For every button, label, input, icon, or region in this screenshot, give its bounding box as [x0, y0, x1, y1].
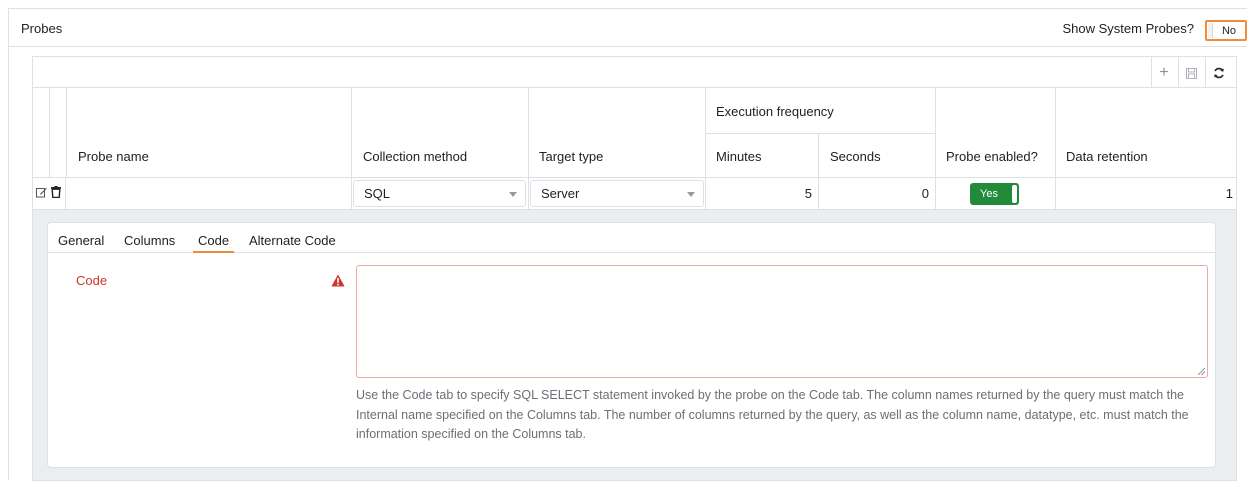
data-retention-header[interactable]: Data retention	[1066, 149, 1148, 164]
resize-handle-icon[interactable]	[1198, 368, 1205, 375]
probe-enabled-toggle[interactable]: Yes	[970, 183, 1019, 205]
target-type-value: Server	[541, 186, 580, 201]
seconds-header[interactable]: Seconds	[830, 149, 881, 164]
probes-panel: Probes Show System Probes? No + Executio…	[8, 8, 1247, 481]
delete-icon[interactable]	[51, 186, 61, 198]
warning-icon	[331, 274, 345, 287]
seconds-value: 0	[921, 186, 929, 201]
tab-alternate-code[interactable]: Alternate Code	[249, 233, 336, 248]
target-type-header[interactable]: Target type	[539, 149, 603, 164]
edit-icon[interactable]	[36, 187, 47, 198]
probes-header: Probes Show System Probes? No	[9, 9, 1247, 47]
target-type-select[interactable]: Server	[530, 180, 704, 207]
table-header: Execution frequency Probe name Collectio…	[33, 88, 1236, 178]
data-retention-value: 1	[1225, 186, 1233, 201]
grid-toolbar: +	[33, 57, 1236, 88]
collection-method-select[interactable]: SQL	[353, 180, 526, 207]
collection-method-header[interactable]: Collection method	[363, 149, 467, 164]
tab-code[interactable]: Code	[192, 233, 235, 253]
collection-method-value: SQL	[364, 186, 391, 201]
tab-general[interactable]: General	[58, 233, 104, 248]
execution-frequency-header: Execution frequency	[716, 104, 834, 119]
probes-grid: + Execution frequency Probe name Collect…	[32, 56, 1237, 481]
refresh-button[interactable]	[1210, 64, 1228, 82]
code-field-label: Code	[76, 273, 108, 288]
code-help-text: Use the Code tab to specify SQL SELECT s…	[356, 388, 1189, 441]
show-system-probes-toggle[interactable]: No	[1205, 20, 1247, 41]
seconds-cell[interactable]: 0	[819, 178, 936, 209]
save-icon	[1185, 67, 1197, 79]
toggle-value: No	[1221, 24, 1236, 37]
show-system-probes-label: Show System Probes?	[1062, 21, 1194, 36]
probe-name-cell[interactable]	[66, 178, 352, 209]
refresh-icon	[1214, 67, 1224, 79]
probe-detail-panel: General Columns Code Alternate Code Code…	[47, 222, 1216, 468]
minutes-header[interactable]: Minutes	[716, 149, 762, 164]
tab-columns[interactable]: Columns	[124, 233, 175, 248]
data-retention-cell[interactable]: 1	[1056, 178, 1237, 209]
plus-icon: +	[1159, 64, 1169, 81]
chevron-down-icon	[687, 192, 695, 197]
detail-tabs: General Columns Code Alternate Code	[48, 223, 1215, 253]
probe-enabled-value: Yes	[980, 188, 998, 200]
minutes-cell[interactable]: 5	[706, 178, 819, 209]
chevron-down-icon	[509, 192, 517, 197]
probe-enabled-header[interactable]: Probe enabled?	[946, 149, 1038, 164]
table-row: SQL Server 5 0 Yes 1	[33, 178, 1236, 210]
minutes-value: 5	[804, 186, 812, 201]
probe-name-header[interactable]: Probe name	[78, 149, 149, 164]
code-textarea[interactable]	[356, 265, 1208, 378]
panel-title: Probes	[21, 21, 63, 36]
save-button[interactable]	[1182, 64, 1200, 82]
add-row-button[interactable]: +	[1155, 64, 1173, 82]
